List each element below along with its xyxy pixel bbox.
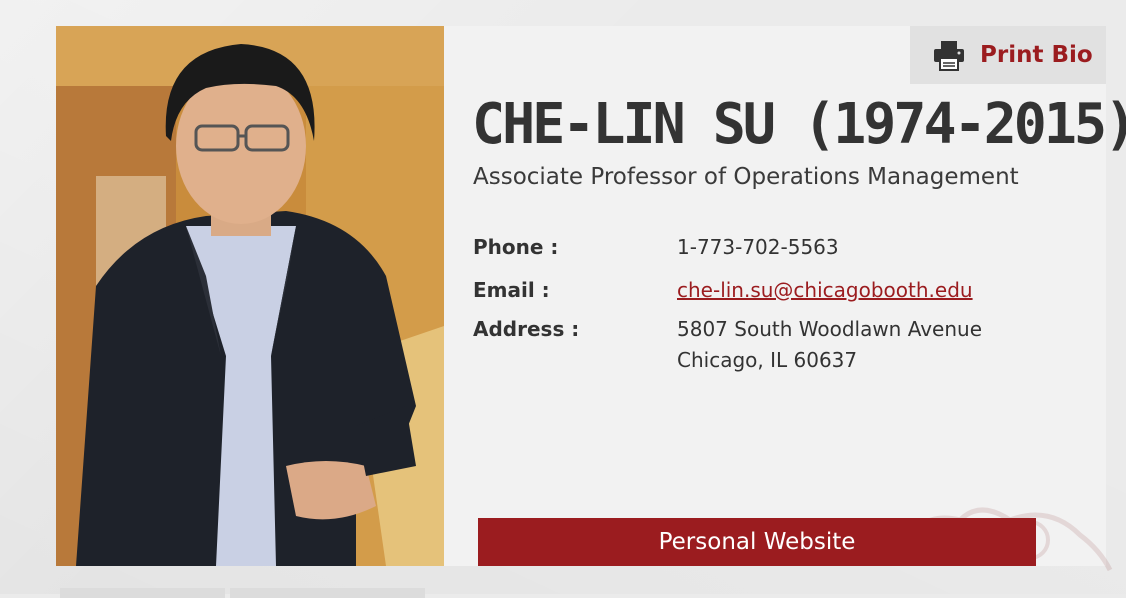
phone-label: Phone : (473, 235, 559, 259)
printer-icon (934, 41, 964, 71)
phone-value: 1-773-702-5563 (677, 235, 839, 259)
profile-photo (56, 26, 444, 566)
tab-1[interactable] (60, 588, 225, 598)
address-label: Address : (473, 317, 580, 341)
address-line-2: Chicago, IL 60637 (677, 348, 858, 372)
profile-name: CHE-LIN SU (1974-2015) (472, 92, 1126, 157)
print-bio-button[interactable]: Print Bio (910, 26, 1106, 84)
print-bio-label: Print Bio (980, 42, 1093, 68)
personal-website-button[interactable]: Personal Website (478, 518, 1036, 566)
email-value: che-lin.su@chicagobooth.edu (677, 275, 973, 306)
profile-title: Associate Professor of Operations Manage… (473, 164, 1019, 190)
personal-website-label: Personal Website (658, 529, 856, 555)
email-link[interactable]: che-lin.su@chicagobooth.edu (677, 278, 973, 302)
email-label: Email : (473, 278, 550, 302)
tab-2[interactable] (230, 588, 425, 598)
address-line-1: 5807 South Woodlawn Avenue (677, 317, 983, 341)
